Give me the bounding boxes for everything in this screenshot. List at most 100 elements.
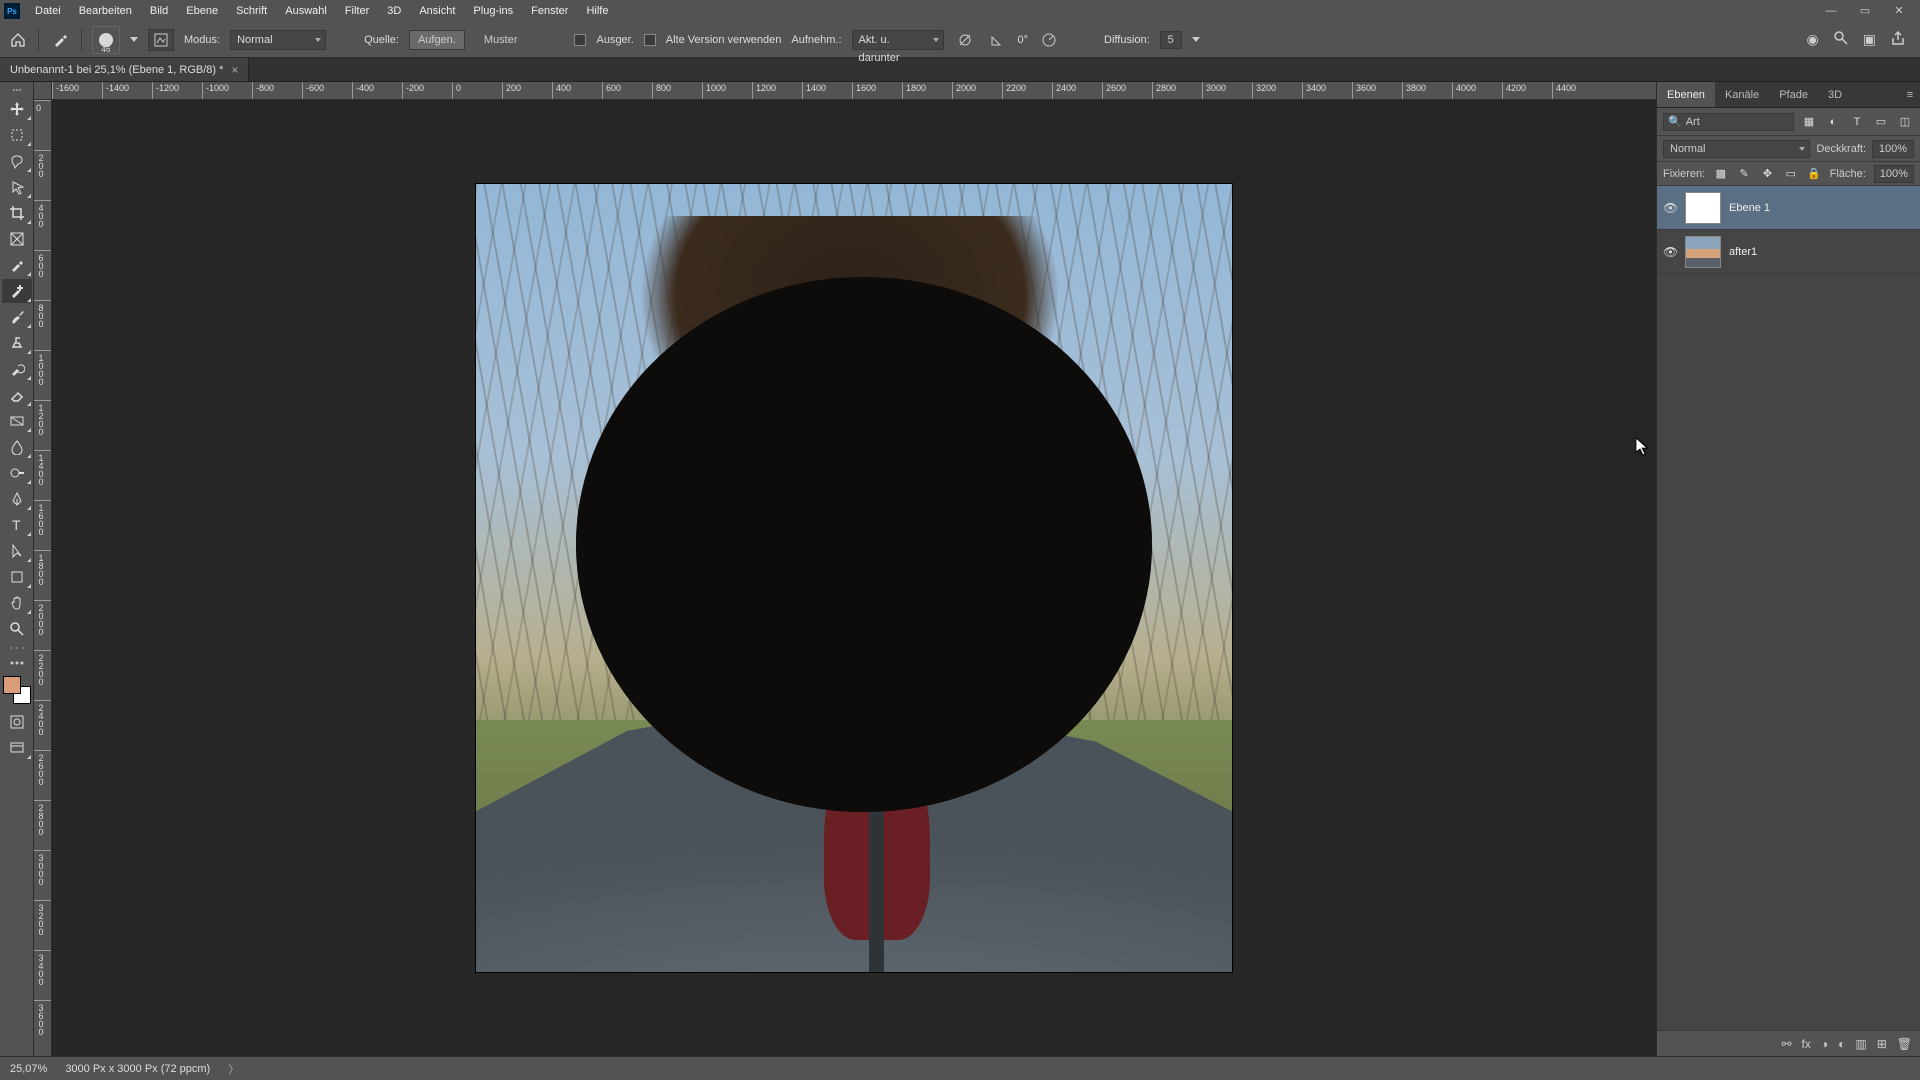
lock-artboard-icon[interactable]: ▭ [1783, 166, 1798, 182]
pen-tool[interactable] [2, 487, 32, 511]
tool-preset-icon[interactable] [49, 29, 71, 51]
type-tool[interactable]: T [2, 513, 32, 537]
blur-tool[interactable] [2, 435, 32, 459]
layer-thumbnail[interactable] [1685, 236, 1721, 268]
diffusion-value[interactable]: 5 [1160, 31, 1182, 49]
maximize-icon[interactable]: ▭ [1848, 0, 1882, 22]
tab-3d[interactable]: 3D [1818, 82, 1852, 107]
selection-tool[interactable] [2, 175, 32, 199]
share-icon[interactable] [1890, 30, 1906, 49]
filter-type-icon[interactable]: T [1848, 113, 1866, 131]
document-tab[interactable]: Unbenannt-1 bei 25,1% (Ebene 1, RGB/8) *… [0, 58, 249, 81]
menu-auswahl[interactable]: Auswahl [276, 0, 336, 22]
aufnehm-dropdown[interactable]: Akt. u. darunter [852, 30, 944, 50]
zoom-tool[interactable] [2, 617, 32, 641]
zoom-level[interactable]: 25,07% [10, 1063, 47, 1075]
modus-dropdown[interactable]: Normal [230, 30, 326, 50]
filter-shape-icon[interactable]: ▭ [1872, 113, 1890, 131]
shape-tool[interactable] [2, 565, 32, 589]
menu-filter[interactable]: Filter [336, 0, 378, 22]
menu-bearbeiten[interactable]: Bearbeiten [70, 0, 141, 22]
eyedropper-tool[interactable] [2, 253, 32, 277]
search-icon[interactable] [1833, 30, 1849, 49]
path-select-tool[interactable] [2, 539, 32, 563]
layer-row[interactable]: 👁 after1 [1657, 230, 1920, 274]
diffusion-stepper-icon[interactable] [1192, 37, 1200, 42]
delete-icon[interactable]: 🗑 [1897, 1037, 1912, 1051]
lock-paint-icon[interactable]: ✎ [1736, 166, 1751, 182]
filter-smart-icon[interactable]: ◫ [1896, 113, 1914, 131]
brush-picker-icon[interactable] [130, 37, 138, 42]
lock-all-icon[interactable]: 🔒 [1806, 166, 1821, 182]
ignore-adjust-icon[interactable] [954, 29, 976, 51]
new-layer-icon[interactable]: ⊞ [1877, 1037, 1887, 1051]
ruler-vertical[interactable]: 0200400600800100012001400160018002000220… [34, 100, 52, 1056]
link-layers-icon[interactable]: ⚯ [1781, 1037, 1791, 1051]
brush-panel-icon[interactable] [148, 29, 174, 51]
clone-stamp-tool[interactable] [2, 331, 32, 355]
close-icon[interactable]: ✕ [1882, 0, 1916, 22]
color-swatches[interactable] [3, 676, 31, 704]
menu-datei[interactable]: Datei [26, 0, 70, 22]
cloud-icon[interactable]: ◉ [1807, 31, 1819, 48]
arrange-icon[interactable]: ▣ [1863, 31, 1876, 48]
quickmask-icon[interactable] [2, 710, 32, 734]
edit-toolbar-icon[interactable] [2, 655, 32, 671]
filter-adjust-icon[interactable]: ◐ [1824, 113, 1842, 131]
filter-image-icon[interactable]: ▦ [1800, 113, 1818, 131]
hand-tool[interactable] [2, 591, 32, 615]
panel-menu-icon[interactable]: ≡ [1900, 82, 1920, 107]
doc-info[interactable]: 3000 Px x 3000 Px (72 ppcm) [65, 1063, 210, 1075]
aufgen-button[interactable]: Aufgen. [409, 30, 465, 50]
adjustment-icon[interactable]: ◐ [1838, 1037, 1845, 1051]
eraser-tool[interactable] [2, 383, 32, 407]
group-icon[interactable]: ▥ [1855, 1037, 1866, 1051]
move-tool[interactable] [2, 97, 32, 121]
ausger-checkbox[interactable] [574, 34, 586, 46]
pressure-icon[interactable] [1038, 29, 1060, 51]
layer-search[interactable]: 🔍 Art [1663, 113, 1794, 131]
brush-preview[interactable]: 46 [92, 26, 120, 54]
foreground-color[interactable] [3, 676, 21, 694]
tab-kanaele[interactable]: Kanäle [1715, 82, 1769, 107]
tab-pfade[interactable]: Pfade [1769, 82, 1818, 107]
ruler-origin[interactable] [34, 82, 52, 100]
lock-position-icon[interactable]: ✥ [1760, 166, 1775, 182]
close-tab-icon[interactable]: × [231, 58, 238, 82]
menu-ansicht[interactable]: Ansicht [410, 0, 464, 22]
menu-schrift[interactable]: Schrift [227, 0, 276, 22]
layer-name[interactable]: after1 [1729, 246, 1757, 258]
gradient-tool[interactable] [2, 409, 32, 433]
layer-name[interactable]: Ebene 1 [1729, 202, 1770, 214]
healing-brush-tool[interactable] [2, 279, 32, 303]
brush-tool[interactable] [2, 305, 32, 329]
fx-icon[interactable]: fx [1802, 1037, 1811, 1051]
alte-checkbox[interactable] [644, 34, 656, 46]
home-icon[interactable] [8, 30, 28, 50]
frame-tool[interactable] [2, 227, 32, 251]
menu-bild[interactable]: Bild [141, 0, 177, 22]
lock-pixels-icon[interactable]: ▩ [1713, 166, 1728, 182]
screenmode-icon[interactable] [2, 736, 32, 760]
dodge-tool[interactable] [2, 461, 32, 485]
menu-3d[interactable]: 3D [378, 0, 410, 22]
crop-tool[interactable] [2, 201, 32, 225]
chevron-right-icon[interactable]: 〉 [228, 1061, 239, 1077]
toolbar-grip[interactable] [2, 85, 32, 95]
menu-fenster[interactable]: Fenster [522, 0, 577, 22]
lasso-tool[interactable] [2, 149, 32, 173]
menu-ebene[interactable]: Ebene [177, 0, 227, 22]
tab-ebenen[interactable]: Ebenen [1657, 82, 1715, 107]
layer-row[interactable]: 👁 Ebene 1 [1657, 186, 1920, 230]
minimize-icon[interactable]: — [1814, 0, 1848, 22]
menu-plugins[interactable]: Plug-ins [464, 0, 522, 22]
blend-mode-dropdown[interactable]: Normal [1663, 140, 1810, 158]
visibility-icon[interactable]: 👁 [1663, 245, 1677, 259]
history-brush-tool[interactable] [2, 357, 32, 381]
artboard-tool[interactable] [2, 123, 32, 147]
fill-value[interactable]: 100% [1874, 165, 1914, 183]
ruler-horizontal[interactable]: -1600-1400-1200-1000-800-600-400-2000200… [52, 82, 1656, 100]
menu-hilfe[interactable]: Hilfe [577, 0, 617, 22]
layer-thumbnail[interactable] [1685, 192, 1721, 224]
visibility-icon[interactable]: 👁 [1663, 201, 1677, 215]
